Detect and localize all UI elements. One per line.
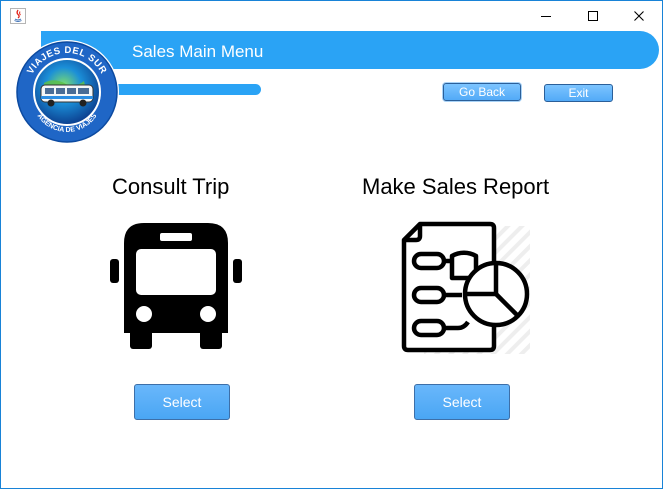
close-icon: [634, 11, 644, 21]
select-consult-trip-button[interactable]: Select: [134, 384, 230, 420]
maximize-button[interactable]: [570, 1, 616, 31]
consult-trip-heading: Consult Trip: [112, 174, 230, 199]
bus-icon: [110, 223, 242, 349]
minimize-button[interactable]: [523, 1, 569, 31]
select-sales-report-button[interactable]: Select: [414, 384, 510, 420]
sales-report-heading: Make Sales Report: [362, 174, 550, 199]
go-back-button[interactable]: Go Back: [443, 83, 521, 101]
java-app-icon: [10, 8, 26, 24]
maximize-icon: [588, 11, 598, 21]
sales-report-icon: [401, 221, 530, 354]
exit-button[interactable]: Exit: [544, 84, 613, 102]
agency-logo: VIAJES DEL SUR AGENCIA DE VIAJES: [15, 40, 119, 144]
page-title: Sales Main Menu: [132, 42, 264, 61]
minimize-icon: [541, 16, 551, 17]
title-bar: [1, 1, 662, 31]
close-button[interactable]: [616, 1, 662, 31]
app-window: Sales Main Menu VIAJES DEL SUR AGENCIA D…: [0, 0, 663, 489]
